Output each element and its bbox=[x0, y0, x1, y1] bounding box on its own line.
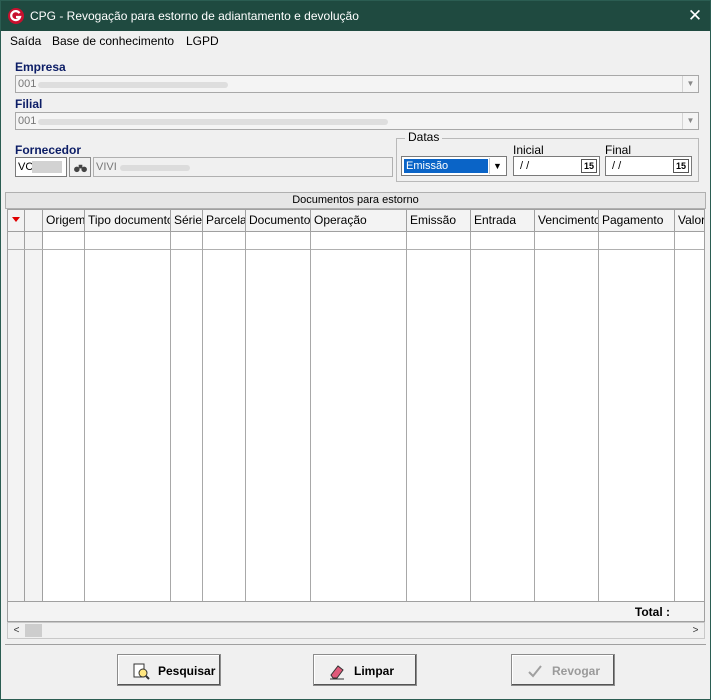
sort-indicator-header[interactable] bbox=[8, 210, 25, 232]
col-documento[interactable]: Documento bbox=[246, 210, 311, 232]
fornecedor-code-redacted bbox=[32, 161, 62, 173]
col-operacao[interactable]: Operação bbox=[311, 210, 407, 232]
fornecedor-code: VC bbox=[18, 161, 34, 173]
limpar-button[interactable]: Limpar bbox=[313, 654, 417, 686]
pesquisar-label: Pesquisar bbox=[158, 664, 216, 678]
col-emissao[interactable]: Emissão bbox=[407, 210, 471, 232]
col-entrada[interactable]: Entrada bbox=[471, 210, 535, 232]
grid-caption: Documentos para estorno bbox=[5, 192, 706, 209]
pesquisar-button[interactable]: Pesquisar bbox=[117, 654, 221, 686]
calendar-icon[interactable]: 15 bbox=[673, 159, 689, 173]
inicial-label: Inicial bbox=[513, 143, 544, 157]
close-button[interactable]: ✕ bbox=[680, 1, 710, 31]
revogar-button[interactable]: Revogar bbox=[511, 654, 615, 686]
fornecedor-name-redacted bbox=[120, 165, 190, 171]
checkmark-icon bbox=[528, 665, 542, 678]
menu-item-lgpd[interactable]: LGPD bbox=[186, 34, 219, 48]
final-date-input[interactable]: / / 15 bbox=[605, 156, 692, 176]
limpar-label: Limpar bbox=[354, 664, 395, 678]
scroll-right-icon[interactable]: > bbox=[687, 623, 704, 638]
main-window: CPG - Revogação para estorno de adiantam… bbox=[0, 0, 711, 700]
grid-line bbox=[406, 232, 407, 601]
calendar-icon[interactable]: 15 bbox=[581, 159, 597, 173]
revogar-label: Revogar bbox=[552, 664, 601, 678]
menu-bar: Saída Base de conhecimento LGPD bbox=[1, 31, 710, 51]
col-pagamento[interactable]: Pagamento bbox=[599, 210, 675, 232]
col-serie[interactable]: Série bbox=[171, 210, 203, 232]
fornecedor-search-button[interactable] bbox=[69, 157, 91, 177]
app-logo-icon bbox=[8, 8, 24, 24]
sort-down-icon bbox=[12, 217, 20, 222]
fornecedor-label: Fornecedor bbox=[15, 143, 82, 157]
footer-bar: Pesquisar Limpar Revogar bbox=[5, 644, 706, 696]
chevron-down-icon[interactable]: ▼ bbox=[682, 76, 698, 92]
col-valor[interactable]: Valor bbox=[675, 210, 704, 232]
row-indicator-column bbox=[8, 210, 25, 602]
grid-line bbox=[245, 232, 246, 601]
grid-line bbox=[202, 232, 203, 601]
documents-grid[interactable]: Origem Tipo documento Série Parcela Docu… bbox=[7, 209, 705, 622]
inicial-date-value: / / bbox=[520, 160, 530, 172]
chevron-down-icon[interactable]: ▼ bbox=[489, 158, 505, 174]
final-label: Final bbox=[605, 143, 632, 157]
fornecedor-name: VIVI bbox=[96, 161, 117, 173]
horizontal-scrollbar[interactable]: < > bbox=[7, 622, 705, 639]
title-bar: CPG - Revogação para estorno de adiantam… bbox=[1, 1, 710, 31]
filial-name-redacted bbox=[38, 119, 388, 125]
eraser-icon bbox=[330, 665, 344, 680]
total-label: Total : bbox=[634, 605, 670, 619]
fornecedor-name-field: VIVI bbox=[93, 157, 393, 177]
grid-header: Origem Tipo documento Série Parcela Docu… bbox=[8, 210, 704, 232]
grid-line bbox=[598, 232, 599, 601]
row-select-column bbox=[25, 210, 43, 602]
grid-line bbox=[470, 232, 471, 601]
empresa-name-redacted bbox=[38, 82, 228, 88]
grid-line bbox=[534, 232, 535, 601]
grid-line bbox=[674, 232, 675, 601]
date-type-value: Emissão bbox=[403, 158, 489, 174]
empresa-label: Empresa bbox=[15, 60, 66, 74]
col-vencimento[interactable]: Vencimento bbox=[535, 210, 599, 232]
total-bar: Total : bbox=[8, 601, 704, 621]
empresa-code: 001 bbox=[18, 78, 37, 90]
grid-line bbox=[170, 232, 171, 601]
filial-label: Filial bbox=[15, 97, 43, 111]
menu-item-saida[interactable]: Saída bbox=[10, 34, 41, 48]
menu-item-base-conhecimento[interactable]: Base de conhecimento bbox=[52, 34, 174, 48]
scroll-thumb[interactable] bbox=[25, 624, 42, 637]
datas-group-label: Datas bbox=[405, 130, 443, 144]
filial-code: 001 bbox=[18, 115, 37, 127]
empresa-combo[interactable]: 001 ▼ bbox=[15, 75, 699, 93]
window-title: CPG - Revogação para estorno de adiantam… bbox=[30, 9, 359, 23]
table-row[interactable] bbox=[8, 232, 704, 250]
col-origem[interactable]: Origem bbox=[43, 210, 85, 232]
col-parcela[interactable]: Parcela bbox=[203, 210, 246, 232]
binoculars-icon bbox=[74, 164, 87, 173]
date-type-select[interactable]: Emissão ▼ bbox=[401, 156, 507, 176]
fornecedor-code-input[interactable]: VC bbox=[15, 157, 67, 177]
search-document-icon bbox=[133, 663, 150, 680]
final-date-value: / / bbox=[612, 160, 622, 172]
filial-combo[interactable]: 001 ▼ bbox=[15, 112, 699, 130]
grid-line bbox=[84, 232, 85, 601]
inicial-date-input[interactable]: / / 15 bbox=[513, 156, 600, 176]
scroll-left-icon[interactable]: < bbox=[8, 623, 25, 638]
grid-line bbox=[310, 232, 311, 601]
chevron-down-icon[interactable]: ▼ bbox=[682, 113, 698, 129]
col-tipo-documento[interactable]: Tipo documento bbox=[85, 210, 171, 232]
select-header[interactable] bbox=[25, 210, 43, 232]
